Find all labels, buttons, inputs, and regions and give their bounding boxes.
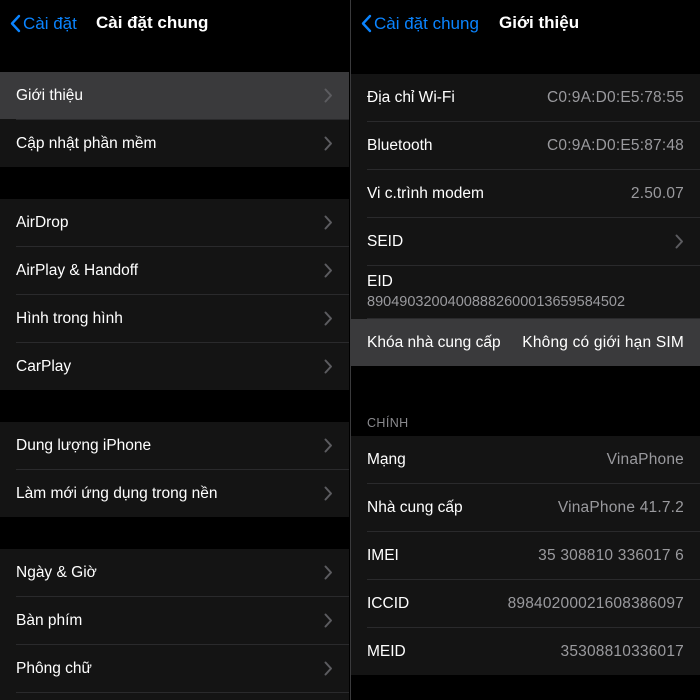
- list-row-iccid: ICCID 89840200021608386097: [351, 580, 700, 627]
- chevron-right-icon: [324, 565, 333, 580]
- list-row-ban-phim[interactable]: Bàn phím: [0, 597, 349, 644]
- row-label: Khóa nhà cung cấp: [367, 333, 501, 351]
- left-back-label: Cài đặt: [23, 13, 77, 33]
- row-label: Cập nhật phần mềm: [16, 134, 157, 152]
- row-label: SEID: [367, 232, 404, 250]
- list-row-hinh-trong-hinh[interactable]: Hình trong hình: [0, 295, 349, 342]
- section-gap: [0, 390, 349, 422]
- row-label: ICCID: [367, 594, 410, 612]
- row-label: Bàn phím: [16, 611, 83, 629]
- list-row-airdrop[interactable]: AirDrop: [0, 199, 349, 246]
- row-value: Không có giới hạn SIM: [522, 333, 684, 351]
- chevron-right-icon: [324, 661, 333, 676]
- row-value: 2.50.07: [630, 184, 684, 202]
- list-group-1: AirDrop AirPlay & Handoff Hình trong hình C…: [0, 199, 349, 390]
- row-value: 89840200021608386097: [507, 594, 684, 612]
- list-row-phong-chu[interactable]: Phông chữ: [0, 645, 349, 692]
- row-label: IMEI: [367, 546, 399, 564]
- left-navigation-bar: Cài đặt Cài đặt chung: [0, 0, 349, 46]
- chevron-left-icon: [361, 14, 372, 33]
- list-row-imei: IMEI 35 308810 336017 6: [351, 532, 700, 579]
- chevron-right-icon: [324, 215, 333, 230]
- list-group-2: Dung lượng iPhone Làm mới ứng dụng trong …: [0, 422, 349, 517]
- left-page-title: Cài đặt chung: [96, 13, 209, 32]
- list-row-seid[interactable]: SEID: [351, 218, 700, 265]
- list-row-dung-luong-iphone[interactable]: Dung lượng iPhone: [0, 422, 349, 469]
- list-row-cap-nhat-phan-mem[interactable]: Cập nhật phần mềm: [0, 120, 349, 167]
- list-row-carplay[interactable]: CarPlay: [0, 343, 349, 390]
- row-value: 35308810336017: [560, 642, 684, 660]
- screenshot-root: Cài đặt Cài đặt chung Giới thiệu Cập nhật…: [0, 0, 700, 700]
- list-row-eid: EID 89049032004008882600013659584502: [351, 266, 700, 318]
- list-row-mang: Mạng VinaPhone: [351, 436, 700, 483]
- chevron-right-icon: [324, 263, 333, 278]
- right-back-button[interactable]: Cài đặt chung: [361, 14, 479, 33]
- left-settings-list: Giới thiệu Cập nhật phần mềm AirDrop AirPla…: [0, 46, 349, 700]
- list-group-3: Ngày & Giờ Bàn phím Phông chữ Ngôn ngữ & Vù…: [0, 549, 349, 700]
- row-label: MEID: [367, 642, 406, 660]
- list-row-ngon-ngu-vung[interactable]: Ngôn ngữ & Vùng: [0, 693, 349, 700]
- chevron-right-icon: [324, 613, 333, 628]
- row-value: 35 308810 336017 6: [538, 546, 684, 564]
- row-label: Địa chỉ Wi-Fi: [367, 88, 455, 106]
- list-row-khoa-nha-cung-cap: Khóa nhà cung cấp Không có giới hạn SIM: [351, 319, 700, 366]
- right-page-title: Giới thiệu: [499, 13, 580, 32]
- about-info-list: Địa chỉ Wi-Fi C0:9A:D0:E5:78:55 Bluetooth C…: [351, 46, 700, 700]
- list-group-0: Giới thiệu Cập nhật phần mềm: [0, 72, 349, 167]
- row-value: C0:9A:D0:E5:87:48: [547, 136, 684, 154]
- row-label: Dung lượng iPhone: [16, 436, 152, 454]
- list-group-1: Mạng VinaPhone Nhà cung cấp VinaPhone 41.7.…: [351, 436, 700, 675]
- section-gap: [351, 675, 700, 697]
- right-navigation-bar: Cài đặt chung Giới thiệu: [351, 0, 700, 46]
- chevron-right-icon: [324, 359, 333, 374]
- list-row-bluetooth: Bluetooth C0:9A:D0:E5:87:48: [351, 122, 700, 169]
- row-value: 89049032004008882600013659584502: [367, 294, 626, 310]
- list-row-lam-moi-ung-dung-trong-nen[interactable]: Làm mới ứng dụng trong nền: [0, 470, 349, 517]
- row-label: Nhà cung cấp: [367, 498, 463, 516]
- list-row-dia-chi-wi-fi: Địa chỉ Wi-Fi C0:9A:D0:E5:78:55: [351, 74, 700, 121]
- chevron-right-icon: [324, 438, 333, 453]
- row-label: AirPlay & Handoff: [16, 261, 139, 279]
- left-phone-screen: Cài đặt Cài đặt chung Giới thiệu Cập nhật…: [0, 0, 350, 700]
- row-label: AirDrop: [16, 213, 69, 231]
- row-label: Hình trong hình: [16, 309, 123, 327]
- chevron-right-icon: [324, 136, 333, 151]
- row-value: VinaPhone 41.7.2: [557, 498, 684, 516]
- row-label: Vi c.trình modem: [367, 184, 484, 202]
- section-header-chinh: CHÍNH: [351, 402, 700, 436]
- row-label: Phông chữ: [16, 659, 92, 677]
- section-gap: [0, 167, 349, 199]
- list-group-0: Địa chỉ Wi-Fi C0:9A:D0:E5:78:55 Bluetooth C…: [351, 74, 700, 366]
- right-phone-screen: Cài đặt chung Giới thiệu Địa chỉ Wi-Fi C0…: [350, 0, 700, 700]
- row-value: C0:9A:D0:E5:78:55: [547, 88, 684, 106]
- row-label: Bluetooth: [367, 136, 433, 154]
- section-gap: [0, 517, 349, 549]
- list-row-gioi-thieu[interactable]: Giới thiệu: [0, 72, 349, 119]
- chevron-left-icon: [10, 14, 21, 33]
- chevron-right-icon: [675, 234, 684, 249]
- left-back-button[interactable]: Cài đặt: [10, 14, 77, 33]
- row-label: Giới thiệu: [16, 86, 84, 104]
- row-label: Làm mới ứng dụng trong nền: [16, 484, 218, 502]
- chevron-right-icon: [324, 486, 333, 501]
- row-label: Mạng: [367, 450, 406, 468]
- list-row-vi-c-trinh-modem: Vi c.trình modem 2.50.07: [351, 170, 700, 217]
- row-label: Ngày & Giờ: [16, 563, 97, 581]
- row-label: CarPlay: [16, 357, 72, 375]
- section-header-wrap: CHÍNH: [351, 402, 700, 436]
- row-label: EID: [367, 273, 393, 290]
- section-gap: [0, 46, 349, 72]
- row-value: VinaPhone: [606, 450, 684, 468]
- list-row-meid: MEID 35308810336017: [351, 628, 700, 675]
- chevron-right-icon: [324, 311, 333, 326]
- list-row-nha-cung-cap: Nhà cung cấp VinaPhone 41.7.2: [351, 484, 700, 531]
- section-gap: [351, 366, 700, 402]
- list-row-ngay-gio[interactable]: Ngày & Giờ: [0, 549, 349, 596]
- list-row-airplay-handoff[interactable]: AirPlay & Handoff: [0, 247, 349, 294]
- chevron-right-icon: [324, 88, 333, 103]
- right-back-label: Cài đặt chung: [374, 13, 479, 33]
- section-gap: [351, 46, 700, 74]
